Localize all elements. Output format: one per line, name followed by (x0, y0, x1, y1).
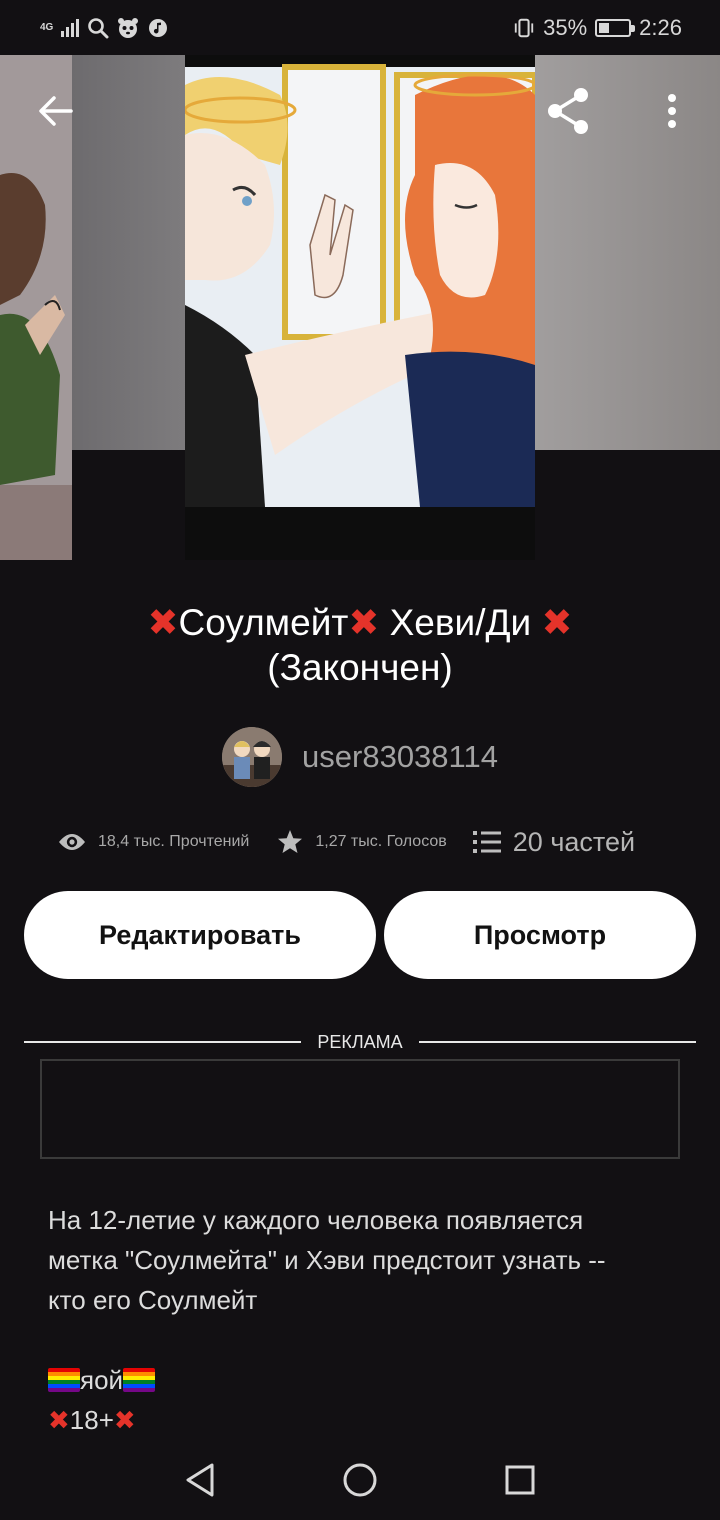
back-button[interactable] (28, 83, 84, 139)
description-line: кто его Соулмейт (48, 1285, 258, 1315)
divider-line-right (418, 1041, 697, 1043)
signal-icon (61, 18, 80, 37)
view-button[interactable]: Просмотр (384, 891, 696, 979)
parts-stat: 20 частей (472, 826, 636, 858)
story-title-line1: ✖Соулмейт✖ Хеви/Ди ✖ (147, 602, 573, 643)
author-name[interactable]: user83038114 (302, 739, 498, 775)
circle-home-icon (343, 1463, 377, 1497)
reads-stat: 18,4 тыс. Прочтений (58, 832, 249, 852)
battery-icon (595, 18, 636, 37)
description-line: На 12-летие у каждого человека появляетс… (48, 1205, 584, 1235)
ad-slot[interactable] (40, 1059, 680, 1159)
status-right: 35% 2:26 (513, 15, 682, 41)
story-title: ✖Соулмейт✖ Хеви/Ди ✖ (Закончен) (40, 600, 680, 690)
share-icon (548, 88, 588, 134)
cross-mark-icon: ✖ (348, 602, 380, 643)
share-button[interactable] (540, 83, 596, 139)
reads-count: 18,4 тыс. Прочтений (98, 833, 250, 850)
arrow-left-icon (39, 96, 73, 126)
cross-mark-icon: ✖ (147, 602, 179, 643)
votes-stat: 1,27 тыс. Голосов (277, 829, 447, 855)
description-tag-line: яой (48, 1360, 678, 1400)
story-description: На 12-летие у каждого человека появляетс… (48, 1200, 678, 1440)
story-cover-image[interactable] (185, 55, 535, 560)
parts-count: 20 частей (512, 826, 636, 857)
status-bar: 4G 35% 2:26 (0, 0, 720, 55)
author-row[interactable]: user83038114 (0, 727, 720, 787)
nav-back-button[interactable] (180, 1460, 220, 1500)
vibrate-icon (513, 17, 535, 39)
status-left: 4G (40, 17, 169, 39)
story-title-line2: (Закончен) (267, 647, 453, 688)
battery-percent: 35% (543, 14, 588, 40)
nav-home-button[interactable] (340, 1460, 380, 1500)
panda-icon (117, 17, 139, 39)
music-icon (147, 17, 169, 39)
cross-mark-icon: ✖ (113, 1405, 136, 1435)
story-stats: 18,4 тыс. Прочтений 1,27 тыс. Голосов 20… (0, 820, 720, 864)
nav-recents-button[interactable] (500, 1460, 540, 1500)
tag-age: 18+ (69, 1405, 114, 1435)
clock: 2:26 (639, 14, 682, 40)
divider-line-left (24, 1041, 302, 1043)
edit-button[interactable]: Редактировать (24, 891, 376, 979)
star-icon (277, 829, 303, 855)
square-recents-icon (505, 1465, 535, 1495)
description-blank-line (48, 1320, 678, 1360)
cross-mark-icon: ✖ (48, 1405, 70, 1435)
tag-yaoi: яой (80, 1365, 124, 1395)
system-nav-bar (0, 1440, 720, 1520)
battery-fill (599, 22, 609, 33)
votes-count: 1,27 тыс. Голосов (315, 833, 447, 850)
ad-label: РЕКЛАМА (317, 1031, 403, 1052)
cross-mark-icon: ✖ (541, 602, 573, 643)
more-vertical-icon (668, 94, 676, 128)
list-icon (472, 830, 501, 854)
more-options-button[interactable] (644, 83, 700, 139)
description-line: метка "Соулмейта" и Хэви предстоит узнат… (48, 1245, 606, 1275)
cover-carousel[interactable] (0, 55, 720, 560)
rainbow-flag-icon (48, 1368, 80, 1392)
description-tag-line: ✖18+✖ (48, 1400, 678, 1440)
network-type: 4G (40, 21, 54, 33)
ad-divider: РЕКЛАМА (24, 1030, 697, 1054)
search-icon (87, 17, 109, 39)
triangle-back-icon (186, 1463, 214, 1497)
eye-icon (58, 832, 86, 852)
rainbow-flag-icon (123, 1368, 156, 1392)
avatar[interactable] (222, 727, 283, 787)
